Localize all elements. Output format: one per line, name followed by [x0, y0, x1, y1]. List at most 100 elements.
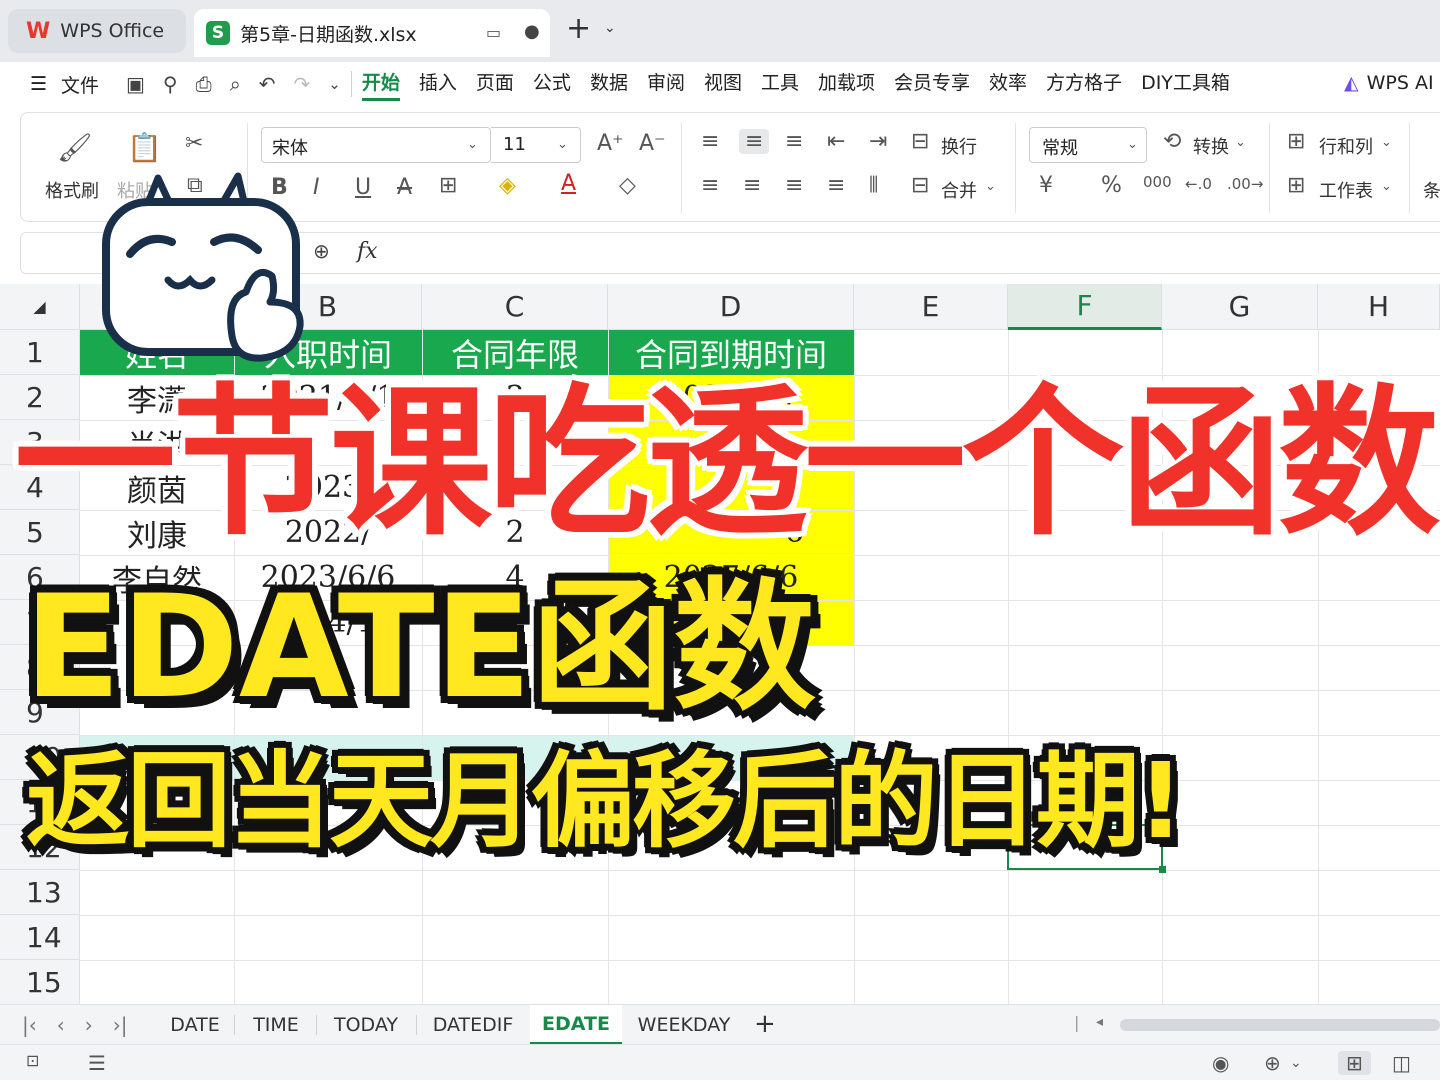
scroll-split-icon[interactable]: |	[1074, 1013, 1079, 1032]
font-name-select[interactable]: 宋体	[261, 127, 491, 163]
chevron-down-icon[interactable]: ⌄	[985, 179, 996, 194]
currency-icon[interactable]: ¥	[1039, 173, 1053, 198]
share-icon[interactable]: ⚲	[163, 72, 178, 96]
unsaved-dot-icon[interactable]: ●	[524, 21, 540, 42]
header-cell-contract-end[interactable]: 合同到期时间	[608, 330, 854, 375]
format-painter-label[interactable]: 格式刷	[45, 177, 99, 203]
macro-icon[interactable]: ⊡	[26, 1051, 39, 1070]
decrease-decimal-icon[interactable]: .00→	[1227, 175, 1263, 193]
justify-icon[interactable]: ≡	[827, 173, 845, 198]
row-header[interactable]: 15	[0, 960, 80, 1005]
align-left-icon[interactable]: ≡	[701, 173, 719, 198]
tab-addins[interactable]: 加载项	[818, 68, 875, 101]
wps-home-tab[interactable]: W WPS Office	[8, 9, 186, 53]
tab-efficiency[interactable]: 效率	[989, 68, 1027, 101]
new-tab-plus-icon[interactable]: +	[566, 14, 591, 44]
print-preview-icon[interactable]: ⌕	[230, 72, 241, 96]
wrap-text-icon[interactable]: ⊟	[911, 129, 929, 154]
sheet-tab-edate[interactable]: EDATE	[530, 1005, 622, 1045]
normal-view-icon[interactable]: ⊞	[1338, 1051, 1371, 1075]
tab-data[interactable]: 数据	[590, 68, 628, 101]
rows-columns-label[interactable]: 行和列	[1319, 133, 1373, 159]
convert-icon[interactable]: ⟲	[1163, 129, 1181, 154]
tab-view[interactable]: 视图	[704, 68, 742, 101]
underline-icon[interactable]: U	[355, 175, 371, 200]
tab-diy-toolbox[interactable]: DIY工具箱	[1141, 68, 1230, 101]
sheet-tab-weekday[interactable]: WEEKDAY	[630, 1005, 738, 1045]
column-header-f[interactable]: F	[1008, 284, 1162, 330]
sheet-list-icon[interactable]: ☰	[88, 1051, 106, 1075]
next-sheet-icon[interactable]: ›	[85, 1013, 93, 1037]
align-center-icon[interactable]: ≡	[743, 173, 761, 198]
chevron-down-icon[interactable]: ⌄	[1381, 135, 1392, 150]
worksheet-icon[interactable]: ⊞	[1287, 173, 1305, 198]
percent-icon[interactable]: %	[1101, 173, 1122, 198]
tab-page[interactable]: 页面	[476, 68, 514, 101]
monitor-icon[interactable]: ▭	[486, 23, 501, 42]
sheet-tab-today[interactable]: TODAY	[322, 1005, 410, 1045]
add-sheet-icon[interactable]: +	[754, 1009, 776, 1039]
column-header-g[interactable]: G	[1162, 284, 1318, 330]
tab-member[interactable]: 会员专享	[894, 68, 970, 101]
tab-insert[interactable]: 插入	[419, 68, 457, 101]
paste-icon[interactable]: 📋	[127, 131, 162, 164]
worksheet-label[interactable]: 工作表	[1319, 177, 1373, 203]
merge-cells-label[interactable]: 合并	[941, 177, 977, 203]
align-bottom-icon[interactable]: ≡	[785, 129, 803, 154]
chevron-down-icon[interactable]: ⌄	[557, 137, 568, 152]
sheet-tab-time[interactable]: TIME	[240, 1005, 312, 1045]
chevron-down-icon[interactable]: ⌄	[1127, 137, 1138, 152]
wps-ai-button[interactable]: ◭ WPS AI	[1344, 72, 1434, 94]
fill-color-icon[interactable]: ◈	[499, 173, 516, 198]
focus-mode-icon[interactable]: ⊕	[1264, 1051, 1281, 1075]
thousands-separator-icon[interactable]: 000	[1143, 173, 1172, 191]
merge-cells-icon[interactable]: ⊟	[911, 173, 929, 198]
decrease-indent-icon[interactable]: ⇤	[827, 129, 845, 154]
more-chevron-icon[interactable]: ⌄	[328, 75, 341, 93]
increase-font-icon[interactable]: A⁺	[597, 131, 624, 156]
increase-decimal-icon[interactable]: ←.0	[1185, 175, 1212, 193]
row-header[interactable]: 1	[0, 330, 80, 375]
align-right-icon[interactable]: ≡	[785, 173, 803, 198]
sheet-tab-date[interactable]: DATE	[158, 1005, 232, 1045]
row-header[interactable]: 13	[0, 870, 80, 915]
sheet-tab-datedif[interactable]: DATEDIF	[422, 1005, 524, 1045]
clear-format-icon[interactable]: ◇	[619, 173, 636, 198]
increase-indent-icon[interactable]: ⇥	[869, 129, 887, 154]
redo-icon[interactable]: ↷	[294, 72, 311, 96]
eye-protection-icon[interactable]: ◉	[1212, 1051, 1229, 1075]
ribbon-cut-off-label[interactable]: 条	[1423, 177, 1440, 203]
chevron-down-icon[interactable]: ⌄	[1235, 135, 1246, 150]
chevron-down-icon[interactable]: ⌄	[467, 137, 478, 152]
tab-tools[interactable]: 工具	[761, 68, 799, 101]
distribute-icon[interactable]: ⫴	[869, 173, 878, 198]
page-view-icon[interactable]: ◫	[1392, 1051, 1411, 1075]
chevron-down-icon[interactable]: ⌄	[1290, 1055, 1302, 1071]
align-top-icon[interactable]: ≡	[701, 129, 719, 154]
column-header-h[interactable]: H	[1318, 284, 1440, 330]
chevron-down-icon[interactable]: ⌄	[604, 20, 616, 36]
undo-icon[interactable]: ↶	[259, 72, 276, 96]
column-header-c[interactable]: C	[422, 284, 608, 330]
border-icon[interactable]: ⊞	[439, 173, 457, 198]
save-icon[interactable]: ▣	[126, 72, 145, 96]
column-header-d[interactable]: D	[608, 284, 854, 330]
file-menu[interactable]: ☰ 文件	[0, 71, 110, 98]
horizontal-scrollbar[interactable]	[1120, 1019, 1440, 1031]
convert-label[interactable]: 转换	[1193, 133, 1229, 159]
align-middle-icon[interactable]: ≡	[739, 129, 770, 154]
scroll-left-icon[interactable]: ◂	[1096, 1014, 1103, 1030]
file-tab[interactable]: S 第5章-日期函数.xlsx ▭ ●	[194, 9, 550, 57]
last-sheet-icon[interactable]: ›|	[113, 1013, 128, 1037]
row-header[interactable]: 14	[0, 915, 80, 960]
decrease-font-icon[interactable]: A⁻	[639, 131, 666, 156]
select-all-corner[interactable]: ◢	[0, 284, 80, 330]
column-header-e[interactable]: E	[854, 284, 1008, 330]
cut-icon[interactable]: ✂	[185, 131, 203, 156]
first-sheet-icon[interactable]: |‹	[22, 1013, 37, 1037]
tab-fangfang[interactable]: 方方格子	[1046, 68, 1122, 101]
chevron-down-icon[interactable]: ⌄	[1381, 179, 1392, 194]
strikethrough-icon[interactable]: A	[397, 175, 412, 200]
function-icon[interactable]: fx	[357, 239, 378, 264]
prev-sheet-icon[interactable]: ‹	[57, 1013, 65, 1037]
